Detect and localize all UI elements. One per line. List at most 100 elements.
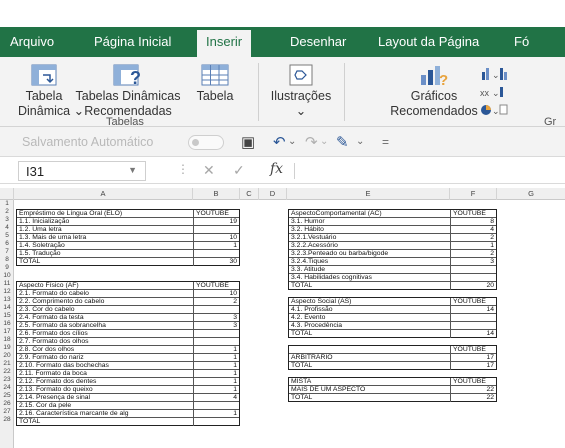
chart-type-gallery[interactable]: ⌄ xx ⌄ ⌄ bbox=[476, 63, 556, 119]
row-header-cell[interactable]: 23 bbox=[0, 376, 14, 384]
cell-value[interactable] bbox=[193, 306, 239, 314]
row-header-cell[interactable]: 16 bbox=[0, 320, 14, 328]
row-header-cell[interactable]: 13 bbox=[0, 296, 14, 304]
row-header-cell[interactable]: 7 bbox=[0, 248, 14, 256]
cell-label[interactable]: 3.4. Habilidades cognitivas bbox=[289, 274, 450, 282]
cell-label[interactable]: 3.3. Atitude bbox=[289, 266, 450, 274]
cell-value[interactable]: 1 bbox=[193, 346, 239, 354]
cell-label[interactable]: MAIS DE UM ASPECTO bbox=[289, 386, 450, 394]
row-header-cell[interactable]: 4 bbox=[0, 224, 14, 232]
row-header-cell[interactable]: 28 bbox=[0, 416, 14, 424]
cell-label[interactable]: 2.1. Formato do cabelo bbox=[17, 290, 193, 298]
row-header-cell[interactable]: 17 bbox=[0, 328, 14, 336]
cell-label[interactable]: 2.16. Característica marcante de alg bbox=[17, 410, 193, 418]
format-painter-icon[interactable]: ✎ bbox=[336, 133, 349, 151]
cell-label[interactable]: 2.8. Cor dos olhos bbox=[17, 346, 193, 354]
column-header-g[interactable]: G bbox=[497, 188, 565, 200]
undo-dropdown-icon[interactable]: ⌄ bbox=[288, 136, 296, 147]
cell-label[interactable]: 2.2. Comprimento do cabelo bbox=[17, 298, 193, 306]
row-header-cell[interactable]: 11 bbox=[0, 280, 14, 288]
pivot-table-button[interactable]: Tabela Dinâmica ⌄ bbox=[18, 64, 84, 119]
row-header-cell[interactable]: 26 bbox=[0, 400, 14, 408]
more-options-icon[interactable]: ⋮ bbox=[177, 162, 189, 176]
cell-value[interactable] bbox=[450, 314, 496, 322]
column-header-b[interactable]: B bbox=[193, 188, 240, 200]
cell-value[interactable] bbox=[193, 418, 239, 426]
cell-value[interactable] bbox=[450, 266, 496, 274]
cell-label[interactable]: 3.2.2.Acessório bbox=[289, 242, 450, 250]
cell-label[interactable] bbox=[289, 346, 450, 354]
cell-label[interactable]: AspectoComportamental (AC) bbox=[289, 210, 450, 218]
cell-value[interactable] bbox=[193, 330, 239, 338]
cell-value[interactable]: 22 bbox=[450, 386, 496, 394]
save-icon[interactable]: ▣ bbox=[241, 133, 255, 151]
customize-toolbar-icon[interactable]: = bbox=[382, 135, 389, 149]
cell-label[interactable]: TOTAL bbox=[289, 330, 450, 338]
illustrations-button[interactable]: Ilustrações ⌄ bbox=[268, 64, 334, 119]
tab-layout-da-pagina[interactable]: Layout da Página bbox=[378, 34, 479, 49]
column-header-a[interactable]: A bbox=[14, 188, 193, 200]
cell-label[interactable]: 3.2.3.Penteado ou barba/bigode bbox=[289, 250, 450, 258]
cell-value[interactable]: 4 bbox=[193, 394, 239, 402]
cell-value[interactable] bbox=[193, 338, 239, 346]
formula-input[interactable] bbox=[300, 162, 560, 180]
cell-value[interactable]: 3 bbox=[450, 258, 496, 266]
cell-label[interactable]: Empréstimo de Língua Oral (ELO) bbox=[17, 210, 193, 218]
cell-value[interactable]: 2 bbox=[193, 298, 239, 306]
cell-value[interactable]: YOUTUBE bbox=[193, 210, 239, 218]
row-header-cell[interactable]: 19 bbox=[0, 344, 14, 352]
cell-label[interactable]: 3.2.4.Tiques bbox=[289, 258, 450, 266]
row-header-cell[interactable]: 21 bbox=[0, 360, 14, 368]
cell-value[interactable]: 17 bbox=[450, 354, 496, 362]
cell-value[interactable] bbox=[193, 250, 239, 258]
column-header-c[interactable]: C bbox=[240, 188, 259, 200]
tab-inserir[interactable]: Inserir bbox=[197, 30, 252, 57]
cell-value[interactable]: 1 bbox=[193, 242, 239, 250]
row-header-cell[interactable]: 5 bbox=[0, 232, 14, 240]
insert-function-icon[interactable]: fx bbox=[270, 161, 283, 177]
row-header-cell[interactable]: 14 bbox=[0, 304, 14, 312]
cell-value[interactable]: 8 bbox=[450, 218, 496, 226]
tab-desenhar[interactable]: Desenhar bbox=[290, 34, 346, 49]
tab-arquivo[interactable]: Arquivo bbox=[10, 34, 54, 49]
cell-label[interactable]: MISTA bbox=[289, 378, 450, 386]
cell-label[interactable]: TOTAL bbox=[289, 362, 450, 370]
cancel-icon[interactable]: ✕ bbox=[203, 162, 215, 179]
confirm-icon[interactable]: ✓ bbox=[233, 162, 245, 179]
cell-value[interactable]: YOUTUBE bbox=[193, 282, 239, 290]
cell-value[interactable] bbox=[450, 322, 496, 330]
cell-label[interactable]: 3.2. Hábito bbox=[289, 226, 450, 234]
redo-dropdown-icon[interactable]: ⌄ bbox=[320, 136, 328, 147]
undo-icon[interactable]: ↶ bbox=[273, 133, 286, 151]
cell-value[interactable]: YOUTUBE bbox=[450, 210, 496, 218]
cell-value[interactable]: YOUTUBE bbox=[450, 378, 496, 386]
row-header-cell[interactable]: 27 bbox=[0, 408, 14, 416]
cell-value[interactable] bbox=[193, 226, 239, 234]
cell-label[interactable]: 2.6. Formato dos cílios bbox=[17, 330, 193, 338]
cell-label[interactable]: 2.3. Cor do cabelo bbox=[17, 306, 193, 314]
cell-value[interactable]: 17 bbox=[450, 362, 496, 370]
cell-value[interactable]: YOUTUBE bbox=[450, 346, 496, 354]
spreadsheet-grid[interactable]: A B C D E F G 1 2 3 4 5 6 7 8 9 10 11 12 13 14 15 16 17 1… bbox=[0, 188, 565, 448]
cell-label[interactable]: 1.5. Tradução bbox=[17, 250, 193, 258]
cell-value[interactable]: 22 bbox=[450, 394, 496, 402]
tab-pagina-inicial[interactable]: Página Inicial bbox=[94, 34, 171, 49]
cell-value[interactable]: 1 bbox=[450, 242, 496, 250]
row-header-cell[interactable]: 8 bbox=[0, 256, 14, 264]
row-header-cell[interactable]: 1 bbox=[0, 200, 14, 208]
cell-label[interactable]: 3.2.1.Vestuário bbox=[289, 234, 450, 242]
row-header-cell[interactable]: 9 bbox=[0, 264, 14, 272]
cell-label[interactable]: 2.4. Formato da testa bbox=[17, 314, 193, 322]
cell-value[interactable]: 14 bbox=[450, 330, 496, 338]
cell-label[interactable]: TOTAL bbox=[17, 258, 193, 266]
select-all-corner[interactable] bbox=[0, 188, 14, 200]
cell-value[interactable]: 3 bbox=[193, 322, 239, 330]
cell-value[interactable]: 1 bbox=[193, 362, 239, 370]
cell-label[interactable]: TOTAL bbox=[289, 394, 450, 402]
cell-label[interactable]: 1.2. Uma letra bbox=[17, 226, 193, 234]
cell-value[interactable]: 2 bbox=[450, 250, 496, 258]
cell-label[interactable]: 2.11. Formato da boca bbox=[17, 370, 193, 378]
cell-label[interactable]: Aspecto Social (AS) bbox=[289, 298, 450, 306]
cell-label[interactable]: 2.13. Formato do queixo bbox=[17, 386, 193, 394]
row-header-cell[interactable]: 20 bbox=[0, 352, 14, 360]
